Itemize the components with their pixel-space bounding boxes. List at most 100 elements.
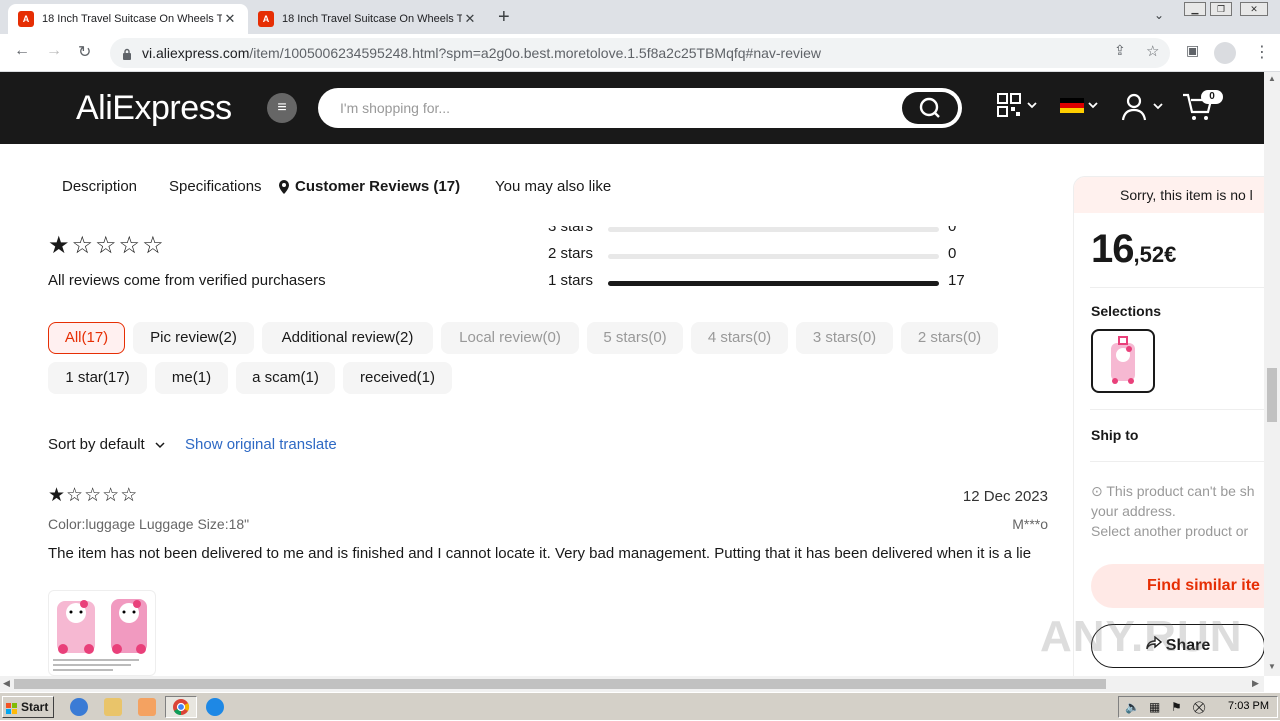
- account-user-icon[interactable]: [1120, 92, 1166, 127]
- search-icon: [919, 97, 940, 118]
- filter-chip[interactable]: 1 star(17): [48, 362, 147, 394]
- back-arrow-icon[interactable]: ←: [14, 42, 30, 60]
- volume-icon[interactable]: 🔈: [1125, 700, 1140, 714]
- filter-chip[interactable]: 3 stars(0): [796, 322, 893, 354]
- cart-count-badge: 0: [1201, 90, 1223, 104]
- search-button[interactable]: [902, 92, 958, 124]
- profile-avatar-icon[interactable]: [1214, 42, 1236, 64]
- media-player-icon[interactable]: [138, 698, 156, 716]
- tab-search-chevron-icon[interactable]: ⌄: [1154, 8, 1164, 22]
- germany-flag-icon[interactable]: [1060, 98, 1100, 119]
- filter-chip[interactable]: 5 stars(0): [587, 322, 683, 354]
- rating-bar-label: 1 stars: [548, 272, 594, 289]
- filter-chip[interactable]: 2 stars(0): [901, 322, 998, 354]
- show-original-translate-link[interactable]: Show original translate: [185, 436, 337, 453]
- anyrun-watermark: ANY.RUN: [1040, 612, 1243, 661]
- minimize-icon[interactable]: ▁: [1184, 2, 1206, 16]
- rating-bar-count: 0: [948, 245, 957, 262]
- scroll-right-arrow-icon[interactable]: ▶: [1252, 678, 1259, 689]
- rating-bar-track: [608, 227, 939, 232]
- browser-menu-icon[interactable]: ⋮: [1254, 42, 1270, 62]
- flag-icon[interactable]: ⚑: [1171, 700, 1182, 714]
- windows-logo-icon: [6, 701, 18, 714]
- address-bar[interactable]: vi.aliexpress.com/item/1005006234595248.…: [110, 38, 1170, 68]
- filter-chip[interactable]: a scam(1): [236, 362, 335, 394]
- selection-thumbnail[interactable]: [1091, 329, 1155, 393]
- filter-chip[interactable]: me(1): [155, 362, 228, 394]
- review-photo[interactable]: [48, 590, 156, 676]
- filter-chip[interactable]: received(1): [343, 362, 452, 394]
- nav-you-may-also-like[interactable]: You may also like: [495, 178, 611, 195]
- divider: [1090, 409, 1264, 410]
- product-side-panel: Sorry, this item is no l 16,52€ Selectio…: [1073, 176, 1264, 676]
- product-section-nav: Description Specifications Customer Revi…: [0, 144, 1060, 228]
- aliexpress-favicon-icon: A: [258, 11, 274, 27]
- scroll-up-arrow-icon[interactable]: ▲: [1268, 74, 1276, 83]
- filter-chip[interactable]: Pic review(2): [133, 322, 254, 354]
- review-sku: Color:luggage Luggage Size:18": [48, 516, 250, 532]
- review-date: 12 Dec 2023: [962, 488, 1048, 505]
- vertical-scrollbar[interactable]: ▲ ▼: [1264, 72, 1280, 676]
- shipping-notice-line: your address.: [1091, 503, 1176, 519]
- restore-icon[interactable]: ❐: [1210, 2, 1232, 16]
- star-empty-icon: ☆: [71, 232, 94, 259]
- url-host: vi.aliexpress.com: [142, 45, 250, 61]
- shipping-notice: ⊙ This product can't be sh your address.…: [1091, 481, 1264, 541]
- star-empty-icon: ☆: [102, 485, 120, 506]
- browser-tab-1[interactable]: A 18 Inch Travel Suitcase On Wheels Tr ✕: [8, 4, 248, 34]
- rating-bar-count: 17: [948, 272, 965, 289]
- filter-chip[interactable]: Local review(0): [441, 322, 579, 354]
- site-header: AliExpress ≡ 0: [0, 72, 1264, 144]
- horizontal-scrollbar[interactable]: ◀ ▶: [0, 676, 1264, 692]
- location-pin-icon: [278, 179, 290, 200]
- internet-explorer-icon[interactable]: [70, 698, 88, 716]
- tab-title: 18 Inch Travel Suitcase On Wheels Tr: [42, 13, 222, 25]
- sort-label: Sort by default: [48, 436, 145, 453]
- nav-customer-reviews[interactable]: Customer Reviews (17): [295, 178, 460, 195]
- filter-chip[interactable]: Additional review(2): [262, 322, 433, 354]
- forward-arrow-icon[interactable]: →: [46, 42, 62, 60]
- rating-bar-label: 2 stars: [548, 245, 594, 262]
- new-tab-icon[interactable]: +: [498, 6, 510, 29]
- divider: [1090, 287, 1264, 288]
- bookmark-star-icon[interactable]: ☆: [1146, 42, 1159, 60]
- close-window-icon[interactable]: ✕: [1240, 2, 1268, 16]
- nav-specifications[interactable]: Specifications: [169, 178, 262, 195]
- search-input[interactable]: [340, 98, 880, 118]
- category-menu-button[interactable]: ≡: [267, 93, 297, 123]
- price-integer: 16: [1091, 227, 1134, 271]
- chrome-taskbar-button[interactable]: [165, 696, 197, 718]
- url-path: /item/1005006234595248.html?spm=a2g0o.be…: [249, 45, 822, 61]
- star-empty-icon: ☆: [118, 232, 141, 259]
- security-icon[interactable]: ⛒: [1193, 700, 1205, 715]
- filter-chip[interactable]: All(17): [48, 322, 125, 354]
- chrome-icon: [173, 699, 190, 716]
- sort-dropdown[interactable]: Sort by default: [48, 436, 165, 453]
- scroll-left-arrow-icon[interactable]: ◀: [3, 678, 10, 689]
- windows-taskbar: Start 🔈 ▦ ⚑ ⛒ 7:03 PM: [0, 692, 1280, 720]
- start-button[interactable]: Start: [2, 696, 54, 718]
- system-tray: 🔈 ▦ ⚑ ⛒ 7:03 PM: [1118, 696, 1278, 718]
- close-tab-icon[interactable]: ✕: [222, 11, 238, 27]
- star-empty-icon: ☆: [66, 485, 84, 506]
- star-filled-icon: ★: [48, 232, 70, 259]
- scroll-down-arrow-icon[interactable]: ▼: [1268, 662, 1276, 671]
- selections-label: Selections: [1091, 303, 1162, 319]
- find-similar-button[interactable]: Find similar ite: [1091, 564, 1264, 608]
- filter-chip[interactable]: 4 stars(0): [691, 322, 788, 354]
- qr-code-icon[interactable]: [997, 92, 1037, 125]
- share-page-icon[interactable]: ⇪: [1114, 42, 1126, 59]
- aliexpress-logo[interactable]: AliExpress: [76, 89, 232, 128]
- vertical-scroll-thumb[interactable]: [1267, 368, 1277, 422]
- nav-description[interactable]: Description: [62, 178, 137, 195]
- horizontal-scroll-thumb[interactable]: [14, 679, 1106, 689]
- browser-tab-2[interactable]: A 18 Inch Travel Suitcase On Wheels Tr ✕: [248, 4, 488, 34]
- folder-icon[interactable]: [104, 698, 122, 716]
- aliexpress-favicon-icon: A: [18, 11, 34, 27]
- browser-toolbar: ← → ↻ vi.aliexpress.com/item/10050062345…: [0, 34, 1280, 72]
- side-panel-icon[interactable]: ▣: [1186, 42, 1199, 59]
- edge-icon[interactable]: [206, 698, 224, 716]
- close-tab-icon[interactable]: ✕: [462, 11, 478, 27]
- network-icon[interactable]: ▦: [1149, 700, 1160, 714]
- reload-icon[interactable]: ↻: [78, 42, 91, 62]
